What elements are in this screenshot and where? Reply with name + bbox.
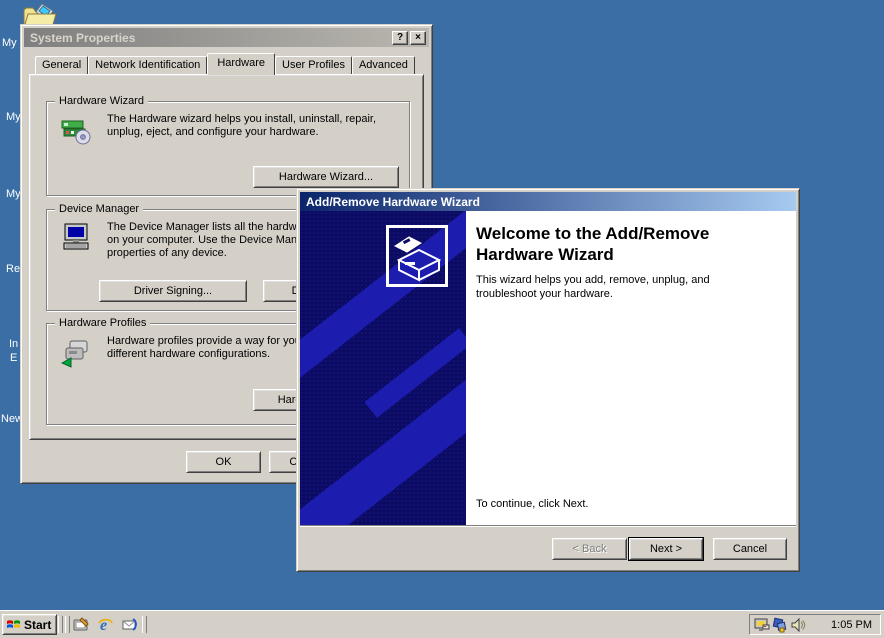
desktop-icon-label[interactable]: Re	[6, 263, 20, 275]
group-caption: Hardware Wizard	[55, 95, 148, 107]
group-caption: Hardware Profiles	[55, 317, 150, 329]
ok-button[interactable]: OK	[186, 451, 261, 473]
clock: 1:05 PM	[831, 619, 872, 631]
wizard-body-line: This wizard helps you add, remove, unplu…	[476, 273, 710, 287]
tab-hardware[interactable]: Hardware	[207, 53, 275, 75]
wizard-heading-line: Hardware Wizard	[476, 244, 709, 265]
internet-explorer-icon[interactable]: e	[97, 616, 114, 633]
taskbar: Start e	[0, 610, 884, 638]
window-title: Add/Remove Hardware Wizard	[306, 195, 480, 209]
network-tray-icon[interactable]	[772, 617, 788, 633]
back-button[interactable]: < Back	[552, 538, 627, 560]
system-properties-titlebar[interactable]: System Properties ? ×	[24, 28, 429, 47]
close-button[interactable]: ×	[410, 31, 426, 45]
desktop-icon-label[interactable]: My	[6, 111, 21, 123]
wizard-titlebar[interactable]: Add/Remove Hardware Wizard	[300, 192, 796, 211]
hardware-wizard-button[interactable]: Hardware Wizard...	[253, 166, 399, 188]
taskbar-grip[interactable]	[142, 616, 147, 633]
driver-signing-button[interactable]: Driver Signing...	[99, 280, 247, 302]
next-button[interactable]: Next >	[629, 538, 703, 560]
show-desktop-icon[interactable]	[73, 616, 90, 633]
taskbar-grip[interactable]	[58, 616, 63, 633]
wizard-body-line: troubleshoot your hardware.	[476, 287, 710, 301]
desktop-icon-label[interactable]: E	[10, 352, 17, 364]
eject-hardware-icon[interactable]	[754, 617, 770, 633]
wizard-body-text: This wizard helps you add, remove, unplu…	[476, 273, 710, 301]
tab-user-profiles[interactable]: User Profiles	[275, 56, 352, 74]
add-remove-hardware-wizard-window: Add/Remove Hardware Wizard Welcome to th…	[296, 188, 800, 572]
window-title: System Properties	[30, 31, 135, 45]
wizard-watermark-pane	[300, 211, 466, 526]
start-button[interactable]: Start	[2, 614, 57, 635]
start-label: Start	[24, 618, 51, 632]
group-caption: Device Manager	[55, 203, 143, 215]
outlook-express-icon[interactable]	[121, 616, 138, 633]
group-description-line: The Hardware wizard helps you install, u…	[107, 113, 376, 126]
hardware-wizard-group: Hardware Wizard The Hardware wizard help…	[46, 101, 410, 196]
wizard-heading-line: Welcome to the Add/Remove	[476, 223, 709, 244]
add-hardware-icon	[60, 114, 92, 146]
tab-network-identification[interactable]: Network Identification	[88, 56, 207, 74]
wizard-heading: Welcome to the Add/Remove Hardware Wizar…	[476, 223, 709, 265]
help-button[interactable]: ?	[392, 31, 408, 45]
system-tray: 1:05 PM	[749, 614, 881, 635]
device-manager-icon	[60, 222, 92, 254]
volume-icon[interactable]	[790, 617, 806, 633]
hardware-profiles-icon	[60, 336, 92, 368]
desktop-icon-label[interactable]: In	[9, 338, 18, 350]
windows-logo-icon	[6, 618, 21, 631]
wizard-content: Welcome to the Add/Remove Hardware Wizar…	[466, 211, 796, 526]
hardware-wizard-graphic-icon	[386, 225, 448, 287]
tab-advanced[interactable]: Advanced	[352, 56, 415, 74]
group-description-line: unplug, eject, and configure your hardwa…	[107, 126, 376, 139]
wizard-hint-text: To continue, click Next.	[476, 498, 589, 510]
tab-bar: General Network Identification Hardware …	[35, 53, 415, 74]
wizard-cancel-button[interactable]: Cancel	[713, 538, 787, 560]
desktop-icon-label[interactable]: My	[6, 188, 21, 200]
tab-general[interactable]: General	[35, 56, 88, 74]
taskbar-grip[interactable]	[65, 616, 70, 633]
